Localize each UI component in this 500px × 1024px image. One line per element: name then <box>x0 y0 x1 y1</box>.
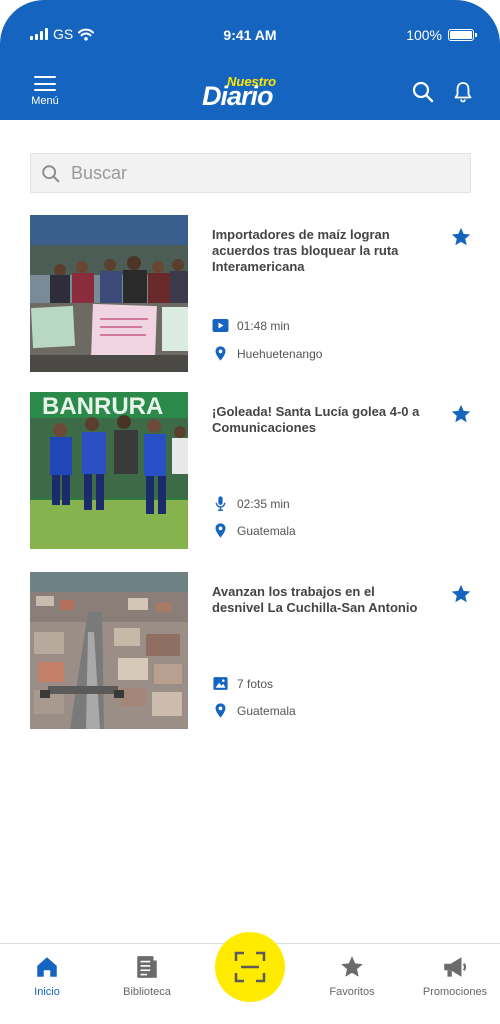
news-item[interactable]: Avanzan los trabajos en el desnivel La C… <box>30 572 471 729</box>
news-location-meta: Guatemala <box>212 522 296 539</box>
news-item[interactable]: Importadores de maíz logran acuerdos tra… <box>30 215 471 372</box>
news-thumbnail-protest[interactable] <box>30 215 188 372</box>
nav-label: Favoritos <box>329 986 375 998</box>
battery-icon <box>448 29 477 41</box>
video-icon <box>212 319 229 332</box>
image-icon <box>213 677 228 690</box>
status-right: 100% <box>406 27 477 43</box>
nav-item-biblioteca[interactable]: Biblioteca <box>107 954 187 998</box>
news-title[interactable]: Avanzan los trabajos en el desnivel La C… <box>212 584 424 616</box>
favorite-star-icon[interactable] <box>450 403 472 425</box>
nav-item-favoritos[interactable]: Favoritos <box>312 954 392 998</box>
news-thumbnail-city[interactable] <box>30 572 188 729</box>
news-title[interactable]: Importadores de maíz logran acuerdos tra… <box>212 227 424 275</box>
location-pin-icon <box>215 703 226 718</box>
search-input[interactable] <box>71 154 461 192</box>
news-location-meta: Huehuetenango <box>212 345 322 362</box>
home-icon <box>37 957 57 977</box>
svg-text:BANRURA: BANRURA <box>42 393 163 420</box>
app-header: GS 9:41 AM 100% Menú Nuestro Diario <box>0 0 500 120</box>
news-media-meta: 7 fotos <box>212 675 273 692</box>
favorite-star-icon[interactable] <box>450 226 472 248</box>
star-icon <box>341 956 363 977</box>
status-bar: GS 9:41 AM 100% <box>0 26 500 46</box>
nav-item-promociones[interactable]: Promociones <box>415 954 495 998</box>
location-pin-icon <box>215 523 226 538</box>
search-bar[interactable] <box>30 153 471 193</box>
nav-label: Inicio <box>34 986 60 998</box>
news-location: Huehuetenango <box>237 346 323 361</box>
nav-label: Biblioteca <box>123 986 171 998</box>
menu-label: Menú <box>31 95 59 107</box>
media-photo-count: 7 fotos <box>237 676 274 691</box>
news-location: Guatemala <box>237 703 296 718</box>
battery-percent: 100% <box>406 27 442 43</box>
nav-label: Promociones <box>422 986 488 998</box>
media-duration: 01:48 min <box>237 318 290 333</box>
bottom-nav: Inicio Biblioteca Favoritos Promociones <box>0 932 500 1024</box>
news-location-meta: Guatemala <box>212 702 296 719</box>
search-icon[interactable] <box>411 80 435 104</box>
scan-button[interactable] <box>215 932 285 1002</box>
news-thumbnail-football[interactable]: BANRURA <box>30 392 188 549</box>
location-pin-icon <box>215 346 226 361</box>
media-duration: 02:35 min <box>237 496 290 511</box>
bell-icon[interactable] <box>451 80 475 104</box>
app-logo: Nuestro Diario <box>202 74 312 111</box>
news-title[interactable]: ¡Goleada! Santa Lucía golea 4-0 a Comuni… <box>212 404 424 436</box>
menu-button[interactable]: Menú <box>28 76 62 107</box>
megaphone-icon <box>444 957 467 977</box>
news-item[interactable]: BANRURA ¡Goleada! Santa Lucía golea 4-0 … <box>30 392 471 549</box>
hamburger-icon <box>34 76 56 91</box>
microphone-icon <box>215 496 226 511</box>
news-location: Guatemala <box>237 523 296 538</box>
nav-item-inicio[interactable]: Inicio <box>7 954 87 998</box>
favorite-star-icon[interactable] <box>450 583 472 605</box>
logo-diario: Diario <box>202 81 274 111</box>
news-media-meta: 02:35 min <box>212 495 290 512</box>
newspaper-icon <box>137 956 157 978</box>
news-media-meta: 01:48 min <box>212 318 290 333</box>
scan-icon <box>234 951 266 983</box>
search-icon <box>42 165 60 183</box>
